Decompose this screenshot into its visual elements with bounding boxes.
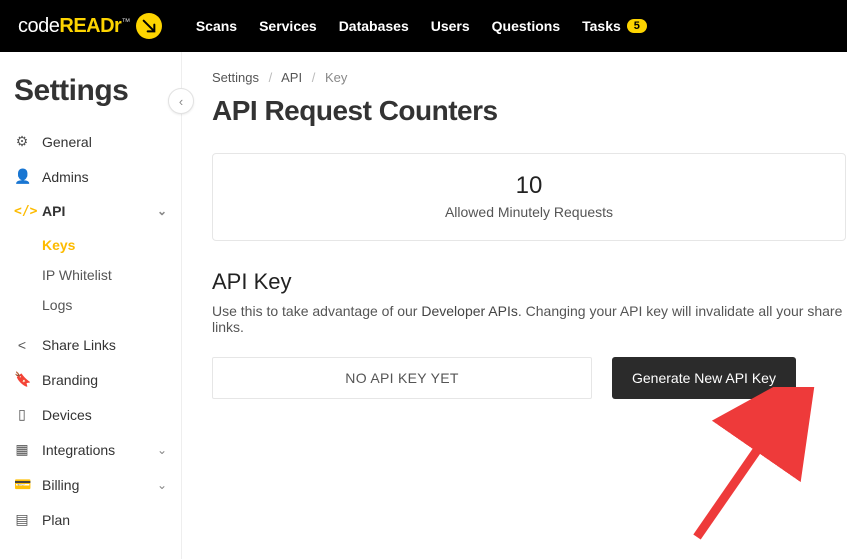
brand-text: codeREADr™	[18, 15, 130, 38]
brand-logo[interactable]: codeREADr™	[18, 13, 162, 39]
counter-label: Allowed Minutely Requests	[213, 204, 845, 220]
sidebar-item-integrations[interactable]: ▦ Integrations ⌄	[0, 432, 181, 467]
api-key-heading: API Key	[212, 269, 847, 295]
document-icon: ▤	[14, 511, 30, 528]
brand-pre: code	[18, 15, 59, 37]
brand-bold: READr	[59, 15, 121, 37]
breadcrumb-key: Key	[325, 70, 347, 85]
bookmark-icon: 🔖	[14, 371, 30, 388]
card-icon: 💳	[14, 476, 30, 493]
page-title: API Request Counters	[212, 95, 847, 127]
nav-services[interactable]: Services	[259, 18, 317, 34]
sidebar-label: General	[42, 134, 92, 150]
api-key-row: NO API KEY YET Generate New API Key	[212, 357, 847, 399]
developer-apis-link[interactable]: Developer APIs	[421, 303, 518, 319]
breadcrumb: Settings / API / Key	[212, 70, 847, 85]
desc-pre: Use this to take advantage of our	[212, 303, 421, 319]
sidebar-title: Settings	[0, 74, 181, 124]
top-nav: codeREADr™ Scans Services Databases User…	[0, 0, 847, 52]
sidebar-item-plan[interactable]: ▤ Plan	[0, 502, 181, 537]
sidebar: Settings ‹ ⚙ General 👤 Admins </> API ⌄ …	[0, 52, 182, 559]
nav-questions[interactable]: Questions	[492, 18, 560, 34]
sidebar-label: Admins	[42, 169, 89, 185]
sidebar-sub-keys[interactable]: Keys	[42, 230, 181, 260]
sidebar-label: Branding	[42, 372, 98, 388]
brand-tm: ™	[121, 16, 130, 26]
sidebar-item-general[interactable]: ⚙ General	[0, 124, 181, 159]
sidebar-item-branding[interactable]: 🔖 Branding	[0, 362, 181, 397]
breadcrumb-settings[interactable]: Settings	[212, 70, 259, 85]
sidebar-label: API	[42, 203, 65, 219]
nav-users[interactable]: Users	[431, 18, 470, 34]
chevron-down-icon: ⌄	[157, 204, 167, 218]
sidebar-item-devices[interactable]: ▯ Devices	[0, 397, 181, 432]
main-content: Settings / API / Key API Request Counter…	[182, 52, 847, 559]
sidebar-item-sharelinks[interactable]: < Share Links	[0, 328, 181, 362]
api-key-display: NO API KEY YET	[212, 357, 592, 399]
sidebar-sub-ipwhitelist[interactable]: IP Whitelist	[42, 260, 181, 290]
chevron-down-icon: ⌄	[157, 443, 167, 457]
sidebar-label: Billing	[42, 477, 79, 493]
user-icon: 👤	[14, 168, 30, 185]
nav-links: Scans Services Databases Users Questions…	[196, 18, 647, 34]
breadcrumb-sep: /	[269, 70, 273, 85]
sidebar-label: Share Links	[42, 337, 116, 353]
sidebar-sub-logs[interactable]: Logs	[42, 290, 181, 320]
share-icon: <	[14, 337, 30, 353]
sidebar-label: Integrations	[42, 442, 115, 458]
sidebar-sub-api: Keys IP Whitelist Logs	[0, 230, 181, 320]
tasks-badge: 5	[627, 19, 647, 33]
counter-card: 10 Allowed Minutely Requests	[212, 153, 846, 241]
sidebar-label: Devices	[42, 407, 92, 423]
nav-databases[interactable]: Databases	[339, 18, 409, 34]
generate-api-key-button[interactable]: Generate New API Key	[612, 357, 796, 399]
brand-icon	[136, 13, 162, 39]
code-icon: </>	[14, 204, 30, 219]
nav-scans[interactable]: Scans	[196, 18, 237, 34]
gear-icon: ⚙	[14, 133, 30, 150]
breadcrumb-api[interactable]: API	[281, 70, 302, 85]
sidebar-item-billing[interactable]: 💳 Billing ⌄	[0, 467, 181, 502]
sidebar-item-api[interactable]: </> API ⌄	[0, 194, 181, 228]
chevron-down-icon: ⌄	[157, 478, 167, 492]
breadcrumb-sep: /	[312, 70, 316, 85]
annotation-arrow-icon	[687, 387, 817, 547]
phone-icon: ▯	[14, 406, 30, 423]
sidebar-item-admins[interactable]: 👤 Admins	[0, 159, 181, 194]
api-key-desc: Use this to take advantage of our Develo…	[212, 303, 847, 335]
grid-icon: ▦	[14, 441, 30, 458]
sidebar-label: Plan	[42, 512, 70, 528]
counter-value: 10	[213, 172, 845, 200]
nav-tasks[interactable]: Tasks 5	[582, 18, 647, 34]
nav-tasks-label: Tasks	[582, 18, 621, 34]
